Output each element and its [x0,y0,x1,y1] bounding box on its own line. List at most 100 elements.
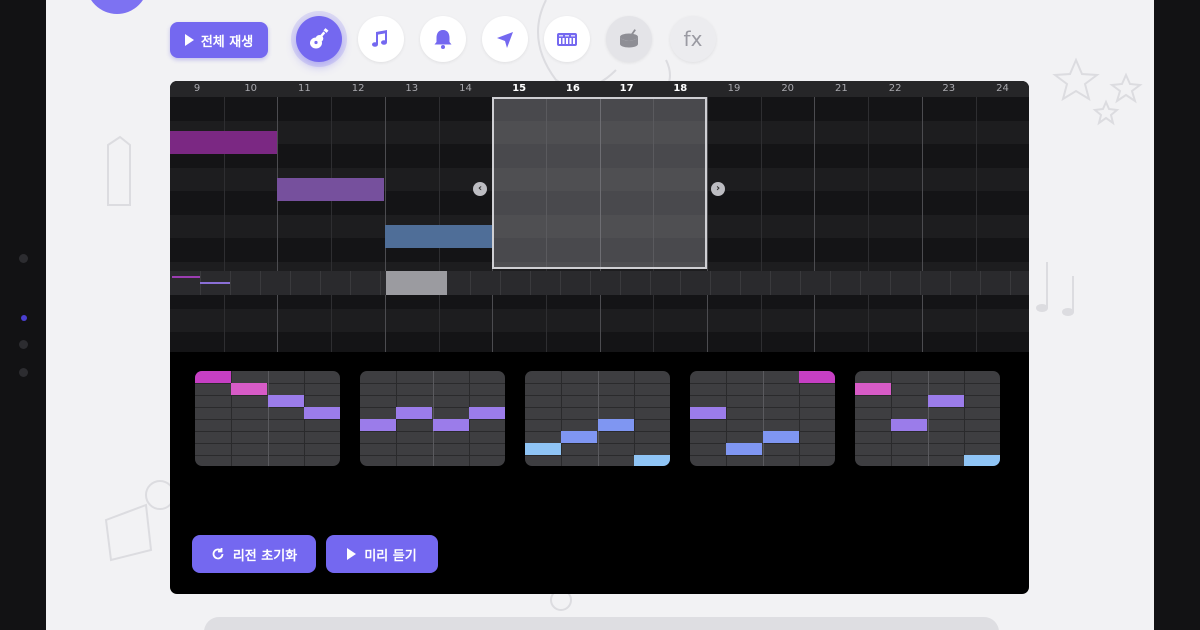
grid-line [868,97,869,352]
music-notes-icon [372,30,387,47]
overview-grid-line [1010,271,1011,295]
overview-grid-line [470,271,471,295]
overview-grid-line [560,271,561,295]
note-block[interactable] [385,225,492,248]
pattern-note [928,395,964,407]
note-block[interactable] [277,178,384,201]
overview-grid-line [350,271,351,295]
sensor-dot [19,340,28,349]
pattern-grid-line [964,371,965,466]
grid-line [976,97,977,352]
pattern-note [763,431,799,443]
pattern-card[interactable] [525,371,670,466]
pattern-grid-line [799,371,800,466]
note-block[interactable] [170,131,277,154]
play-all-button[interactable]: 전체 재생 [170,22,268,58]
instrument-drum-button[interactable] [606,16,652,62]
region-prev-arrow[interactable]: ‹ [473,182,487,196]
overview-grid-line [590,271,591,295]
pattern-note [268,395,304,407]
overview-grid-line [860,271,861,295]
measure-number: 16 [565,83,580,94]
play-all-label: 전체 재생 [200,34,254,50]
preview-label: 미리 듣기 [364,548,417,564]
pattern-note [304,407,340,419]
piano-roll-grid[interactable]: ‹ › [170,97,1029,352]
app-screen: 전체 재생 fx 9 10 11 12 13 14 15 16 17 18 19… [46,0,1154,630]
overview-grid-line [230,271,231,295]
measure-number: 17 [619,83,634,94]
pattern-note [231,383,267,395]
pattern-note [360,419,396,431]
measure-number: 10 [244,83,258,94]
grid-line [814,97,815,352]
pattern-grid-line [763,371,764,466]
fx-icon: fx [683,27,703,51]
measure-number: 9 [193,83,201,94]
pattern-note [799,371,835,383]
measure-number: 14 [459,83,472,94]
overview-grid-line [500,271,501,295]
pattern-grid-line [268,371,269,466]
grid-line [331,97,332,352]
pattern-card[interactable] [855,371,1000,466]
pattern-note [525,443,561,455]
pattern-card[interactable] [360,371,505,466]
pattern-grid-line [928,371,929,466]
pattern-grid-line [561,371,562,466]
instrument-notes-button[interactable] [358,16,404,62]
instrument-guitar-button[interactable] [296,16,342,62]
measure-number: 20 [781,83,795,94]
reset-region-button[interactable]: 리전 초기화 [192,535,316,573]
bottom-panel [204,617,999,630]
measure-number: 19 [727,83,741,94]
device-bezel-right [1154,0,1200,630]
pattern-note [964,455,1000,466]
overview-grid-line [740,271,741,295]
overview-selection[interactable] [386,271,447,295]
pattern-note [726,443,762,455]
refresh-icon [212,548,224,560]
grid-line [277,97,278,352]
overview-grid-line [650,271,651,295]
device-bezel-left [0,0,46,630]
play-icon [347,548,357,560]
measure-number: 13 [405,83,419,94]
guitar-icon [310,28,329,49]
measure-number: 11 [298,83,311,94]
preview-button[interactable]: 미리 듣기 [326,535,438,573]
overview-grid-line [290,271,291,295]
pattern-note [598,419,634,431]
overview-grid-line [920,271,921,295]
measure-number: 23 [942,83,956,94]
measure-number: 24 [996,83,1009,94]
overview-grid-line [710,271,711,295]
sensor-dot [19,368,28,377]
overview-grid-line [770,271,771,295]
instrument-baton-button[interactable] [482,16,528,62]
measure-number: 15 [512,83,527,94]
measure-number: 18 [673,83,688,94]
indicator-led [21,315,27,321]
selected-region[interactable] [492,97,707,269]
overview-note [200,282,230,284]
pattern-note [634,455,670,466]
reset-region-label: 리전 초기화 [232,548,298,564]
pattern-card[interactable] [195,371,340,466]
grid-line [922,97,923,352]
pattern-note [396,407,432,419]
instrument-fx-button[interactable]: fx [670,16,716,62]
instrument-bell-button[interactable] [420,16,466,62]
camera-dot [19,254,28,263]
overview-grid-line [980,271,981,295]
pattern-card[interactable] [690,371,835,466]
overview-note [172,276,200,278]
pattern-note [855,383,891,395]
timeline-overview[interactable] [170,271,1029,295]
pattern-note [891,419,927,431]
pattern-note [690,407,726,419]
overview-grid-line [530,271,531,295]
region-next-arrow[interactable]: › [711,182,725,196]
instrument-keyboard-button[interactable] [544,16,590,62]
measure-ruler: 9 10 11 12 13 14 15 16 17 18 19 20 21 22 23 24 [170,81,1029,97]
